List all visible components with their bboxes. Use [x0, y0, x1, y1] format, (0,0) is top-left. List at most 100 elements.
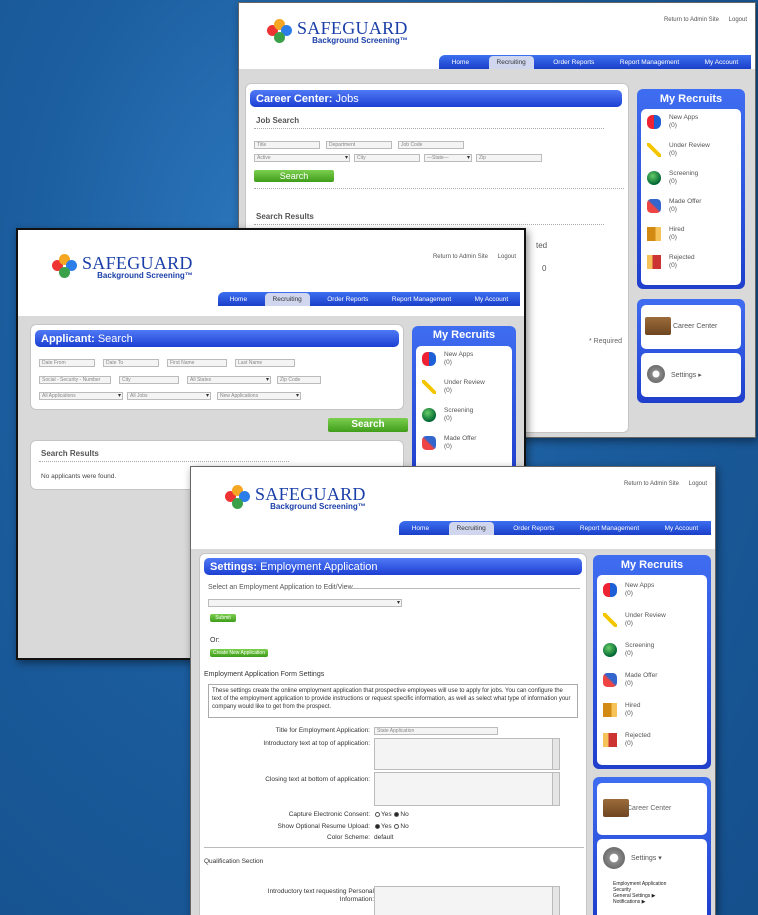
- return-admin-link[interactable]: Return to Admin Site: [624, 481, 679, 487]
- my-recruits-panel: My Recruits New Apps (0) Under Review (0) …: [412, 326, 516, 496]
- first-name-input[interactable]: First Name: [167, 359, 227, 367]
- settings-link[interactable]: Settings ▸: [671, 371, 702, 379]
- nav-report-management[interactable]: Report Management: [574, 523, 645, 534]
- nav-my-account[interactable]: My Account: [469, 294, 515, 305]
- recruit-screening[interactable]: Screening (0): [597, 639, 707, 667]
- nav-home[interactable]: Home: [446, 57, 475, 68]
- new-applications-select[interactable]: New Applications: [217, 392, 301, 400]
- form-settings-heading: Employment Application Form Settings: [204, 671, 325, 678]
- city-input[interactable]: City: [119, 376, 179, 384]
- settings-window: SAFEGUARD Background Screening™ Return to…: [190, 466, 716, 915]
- recruit-hired[interactable]: Hired (0): [597, 699, 707, 727]
- door-exit-icon: [647, 255, 661, 269]
- logo-icon: [267, 19, 293, 45]
- resume-no-radio[interactable]: [394, 823, 400, 829]
- logout-link[interactable]: Logout: [729, 17, 747, 23]
- career-center-link[interactable]: Career Center: [673, 323, 717, 330]
- consent-no-radio[interactable]: [394, 811, 400, 817]
- main-nav: Home Recruiting Order Reports Report Man…: [218, 292, 520, 306]
- qualification-heading: Qualification Section: [204, 858, 264, 865]
- city-input[interactable]: City: [354, 154, 420, 162]
- return-admin-link[interactable]: Return to Admin Site: [433, 254, 488, 260]
- nav-order-reports[interactable]: Order Reports: [547, 57, 600, 68]
- globe-icon: [647, 171, 661, 185]
- gear-icon: [647, 365, 665, 383]
- nav-home[interactable]: Home: [406, 523, 435, 534]
- recruit-new-apps[interactable]: New Apps (0): [641, 111, 741, 139]
- ssn-input[interactable]: Social - Security - Number: [39, 376, 111, 384]
- nav-report-management[interactable]: Report Management: [614, 57, 685, 68]
- department-input[interactable]: Department: [326, 141, 392, 149]
- career-center-link[interactable]: Career Center: [627, 805, 671, 812]
- settings-panel: Settings: Employment Application Select …: [199, 553, 587, 915]
- title-input[interactable]: Title: [254, 141, 320, 149]
- resume-radios[interactable]: Yes No: [374, 823, 409, 830]
- job-code-input[interactable]: Job Code: [398, 141, 464, 149]
- status-select[interactable]: Active: [254, 154, 350, 162]
- recruit-rejected[interactable]: Rejected (0): [597, 729, 707, 757]
- door-enter-icon: [647, 227, 661, 241]
- application-select[interactable]: [208, 599, 402, 607]
- my-recruits-panel: My Recruits New Apps (0) Under Review (0) …: [593, 555, 711, 769]
- logout-link[interactable]: Logout: [689, 481, 707, 487]
- recruit-under-review[interactable]: Under Review (0): [641, 139, 741, 167]
- recruit-rejected[interactable]: Rejected (0): [641, 251, 741, 279]
- briefcase-icon: [603, 799, 629, 817]
- recruit-under-review[interactable]: Under Review (0): [597, 609, 707, 637]
- applications-select[interactable]: All Applications: [39, 392, 123, 400]
- applicant-search-panel: Applicant: Search Date From Date To Firs…: [30, 324, 404, 410]
- handshake-icon: [647, 199, 661, 213]
- recruit-hired[interactable]: Hired (0): [641, 223, 741, 251]
- safeguard-logo: SAFEGUARD Background Screening™: [267, 19, 408, 45]
- nav-order-reports[interactable]: Order Reports: [507, 523, 560, 534]
- globe-icon: [422, 408, 436, 422]
- consent-radios[interactable]: Yes No: [374, 811, 409, 818]
- date-to-input[interactable]: Date To: [103, 359, 159, 367]
- closing-text-area[interactable]: [374, 772, 560, 806]
- states-select[interactable]: All States: [187, 376, 271, 384]
- state-select[interactable]: —State—: [424, 154, 472, 162]
- recruit-made-offer[interactable]: Made Offer (0): [416, 432, 512, 460]
- settings-link[interactable]: Settings ▾: [631, 854, 662, 862]
- last-name-input[interactable]: Last Name: [235, 359, 295, 367]
- page-title: Career Center: Jobs: [250, 90, 622, 107]
- return-admin-link[interactable]: Return to Admin Site: [664, 17, 719, 23]
- personal-info-text-area[interactable]: [374, 886, 560, 915]
- recruit-made-offer[interactable]: Made Offer (0): [597, 669, 707, 697]
- recruit-new-apps[interactable]: New Apps (0): [597, 579, 707, 607]
- jobs-select[interactable]: All Jobs: [127, 392, 211, 400]
- nav-my-account[interactable]: My Account: [659, 523, 705, 534]
- search-button[interactable]: Search: [254, 170, 334, 182]
- application-title-input[interactable]: State Application: [374, 727, 498, 735]
- description-box: These settings create the online employm…: [208, 684, 578, 718]
- nav-order-reports[interactable]: Order Reports: [321, 294, 374, 305]
- date-from-input[interactable]: Date From: [39, 359, 95, 367]
- nav-recruiting[interactable]: Recruiting: [264, 292, 310, 306]
- recruit-screening[interactable]: Screening (0): [641, 167, 741, 195]
- resume-yes-radio[interactable]: [375, 823, 380, 829]
- consent-yes-radio[interactable]: [375, 811, 380, 817]
- zip-input[interactable]: Zip: [476, 154, 542, 162]
- nav-recruiting[interactable]: Recruiting: [488, 55, 534, 69]
- nav-my-account[interactable]: My Account: [699, 57, 745, 68]
- recruit-made-offer[interactable]: Made Offer (0): [641, 195, 741, 223]
- logout-link[interactable]: Logout: [498, 254, 516, 260]
- submit-button[interactable]: Submit: [210, 614, 236, 622]
- settings-sub-notifications[interactable]: Notifications ▶: [613, 899, 645, 905]
- globe-icon: [603, 643, 617, 657]
- recruit-screening[interactable]: Screening (0): [416, 404, 512, 432]
- handshake-icon: [603, 673, 617, 687]
- search-button[interactable]: Search: [328, 418, 408, 432]
- nav-report-management[interactable]: Report Management: [386, 294, 457, 305]
- zip-code-input[interactable]: Zip Code: [277, 376, 321, 384]
- search-results-heading: Search Results: [41, 449, 99, 458]
- page-title: Settings: Employment Application: [204, 558, 582, 575]
- recruit-under-review[interactable]: Under Review (0): [416, 376, 512, 404]
- safeguard-logo: SAFEGUARD Background Screening™: [225, 485, 366, 511]
- nav-recruiting[interactable]: Recruiting: [448, 521, 494, 535]
- header: SAFEGUARD Background Screening™ Return to…: [239, 3, 755, 69]
- recruit-new-apps[interactable]: New Apps (0): [416, 348, 512, 376]
- nav-home[interactable]: Home: [224, 294, 253, 305]
- intro-text-area[interactable]: [374, 738, 560, 770]
- create-new-application-button[interactable]: Create New Application: [210, 649, 268, 657]
